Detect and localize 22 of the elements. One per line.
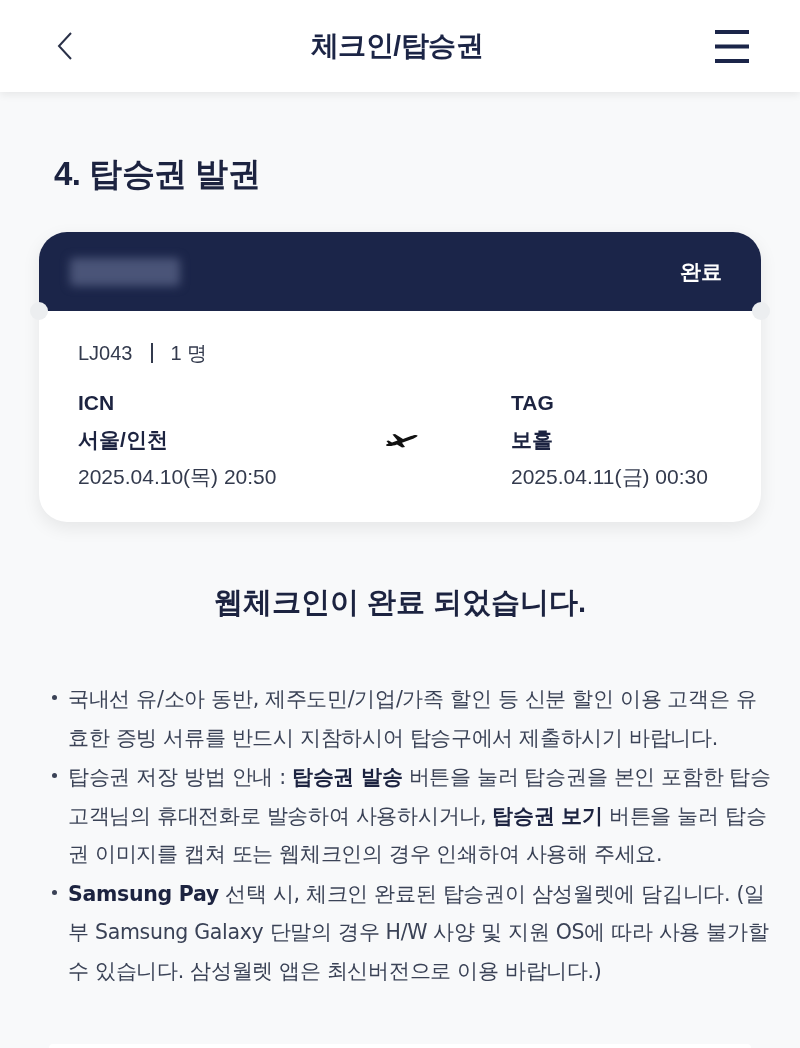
status-label: 완료 — [680, 258, 722, 285]
completion-message: 웹체크인이 완료 되었습니다. — [212, 585, 588, 620]
back-chevron-icon — [57, 32, 73, 60]
bullet-icon — [52, 695, 57, 700]
notice-text: Samsung Pay 선택 시, 체크인 완료된 탑승권이 삼성월렛에 담깁니다. (일부 Samsung Galaxy 단말의 경우 H/W 사양 및 지원 OS에 따라 사용 불가할 수 있습니다. 삼성월렛 앱은 최신버전으로 이용 바랍니다.) — [68, 880, 770, 985]
flight-datetime: 2025.04.11(금) 00:30 — [511, 464, 708, 490]
section-title: 4. 탑승권 발권 — [54, 154, 262, 194]
bullet-icon — [52, 889, 57, 895]
passenger-count: 1 명 — [170, 341, 208, 366]
city-name: 보홀 — [511, 427, 554, 453]
flight-number: LJ043 — [78, 341, 133, 366]
airport-code: TAG — [511, 390, 555, 416]
page-title: 체크인/탑승권 — [310, 29, 484, 63]
city-name: 서울/인천 — [78, 427, 169, 453]
flight-datetime: 2025.04.10(목) 20:50 — [78, 464, 278, 490]
menu-icon — [715, 29, 749, 63]
airplane-icon — [385, 431, 419, 448]
notice-text: 탑승권 저장 방법 안내 : 탑승권 발송 버튼을 눌러 탑승권을 본인 포함한 탑승 고객님의 휴대전화로 발송하여 사용하시거나, 탑승권 보기 버튼을 눌러 탑승권 이미지를 캡쳐 또는 웹체크인의 경우 인쇄하여 사용해 주세요. — [68, 764, 771, 868]
notice-text: 국내선 유/소아 동반, 제주도민/기업/가족 할인 등 신분 할인 이용 고객은 유효한 증빙 서류를 반드시 지참하시어 탑승구에서 제출하시기 바랍니다. — [68, 686, 758, 752]
menu-button[interactable] — [714, 28, 750, 64]
airport-code: ICN — [78, 390, 116, 416]
bullet-icon — [52, 773, 57, 778]
